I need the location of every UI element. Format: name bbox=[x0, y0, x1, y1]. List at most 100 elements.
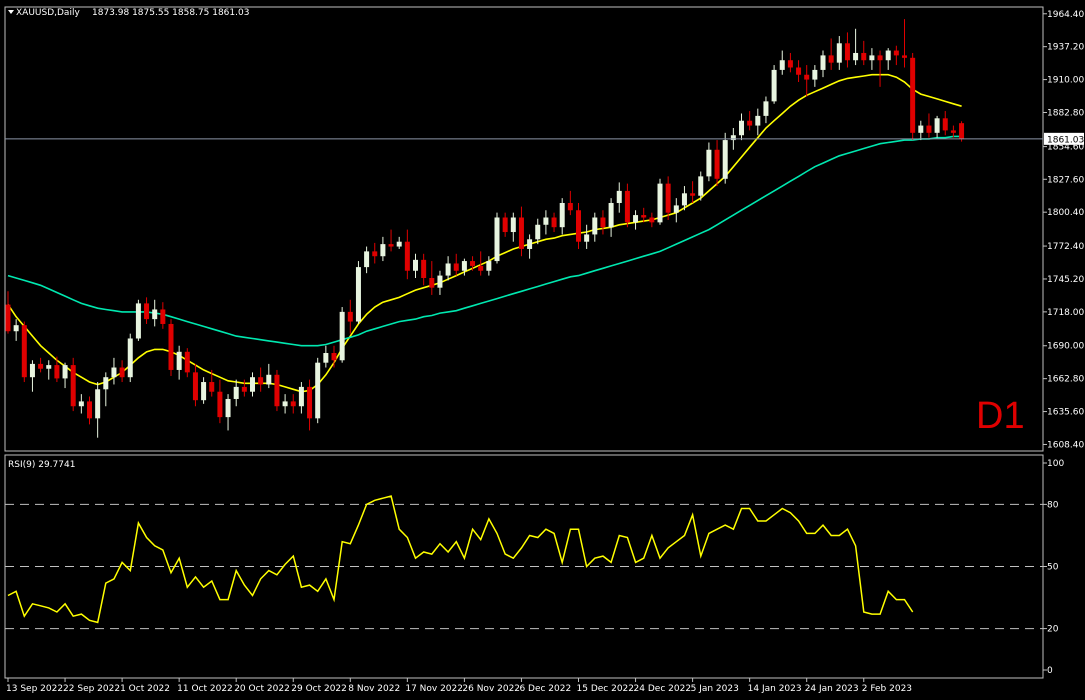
candle-body bbox=[119, 367, 125, 378]
candle bbox=[21, 321, 27, 383]
candle-body bbox=[812, 69, 818, 80]
candle bbox=[355, 261, 361, 324]
candle bbox=[763, 96, 769, 124]
candle-body bbox=[714, 149, 720, 179]
candle bbox=[192, 363, 198, 407]
candle-body bbox=[567, 202, 573, 211]
candle-body bbox=[307, 386, 313, 419]
candle bbox=[918, 120, 924, 141]
candle-body bbox=[592, 217, 598, 235]
candle bbox=[201, 377, 207, 404]
candle bbox=[290, 394, 296, 414]
candle-body bbox=[160, 309, 166, 324]
date-tick-label: 14 Jan 2023 bbox=[748, 684, 802, 694]
candle-body bbox=[290, 401, 296, 407]
candle-body bbox=[902, 55, 907, 58]
candle bbox=[755, 108, 761, 136]
candle bbox=[494, 212, 500, 264]
date-tick-label: 17 Nov 2022 bbox=[405, 684, 463, 694]
symbol-label: XAUUSD,Daily bbox=[16, 8, 80, 18]
candle bbox=[274, 369, 280, 412]
candle-body bbox=[926, 125, 932, 133]
candle bbox=[225, 394, 231, 431]
date-tick-label: 11 Oct 2022 bbox=[177, 684, 233, 694]
candle bbox=[592, 212, 598, 242]
timeframe-label: D1 bbox=[976, 395, 1025, 437]
candle-body bbox=[950, 130, 956, 133]
candle-body bbox=[111, 367, 117, 378]
date-tick-label: 1 Oct 2022 bbox=[120, 684, 170, 694]
candle bbox=[282, 394, 288, 414]
candle bbox=[54, 356, 60, 383]
rsi-tick-label: 0 bbox=[1047, 666, 1053, 676]
candle-body bbox=[5, 304, 11, 332]
candle-body bbox=[355, 267, 361, 322]
rsi-tick-label: 100 bbox=[1047, 459, 1064, 469]
candle bbox=[543, 210, 549, 235]
candle-body bbox=[388, 244, 394, 247]
candle bbox=[404, 229, 410, 280]
candle-body bbox=[21, 325, 27, 378]
candle-body bbox=[62, 365, 68, 379]
candle-body bbox=[453, 263, 459, 271]
candle bbox=[62, 362, 68, 389]
candle bbox=[453, 253, 459, 276]
price-tick-label: 1937.20 bbox=[1047, 43, 1084, 53]
candle bbox=[624, 183, 630, 228]
price-tick-label: 1690.00 bbox=[1047, 342, 1084, 352]
candle bbox=[486, 256, 492, 276]
candle bbox=[421, 253, 427, 286]
current-price-label: 1861.03 bbox=[1047, 135, 1084, 145]
candle bbox=[437, 270, 443, 295]
trading-chart[interactable]: 1964.401937.201910.001882.801854.601827.… bbox=[0, 0, 1085, 700]
candle-body bbox=[135, 303, 141, 339]
candle bbox=[804, 65, 810, 97]
candle bbox=[820, 50, 826, 78]
candle bbox=[127, 333, 133, 383]
candle bbox=[323, 345, 329, 368]
date-tick-label: 24 Jan 2023 bbox=[805, 684, 859, 694]
date-tick-label: 15 Dec 2022 bbox=[577, 684, 635, 694]
price-tick-label: 1662.80 bbox=[1047, 375, 1084, 385]
rsi-pane[interactable]: 13 Sep 2022 22 Sep 2022 1 Oct 2022 11 Oct 2… bbox=[4, 454, 1064, 694]
candle-body bbox=[380, 244, 386, 257]
candle bbox=[168, 319, 174, 376]
candle-body bbox=[543, 217, 549, 225]
candle bbox=[5, 291, 11, 334]
candle-body bbox=[796, 67, 802, 75]
candle bbox=[87, 396, 92, 425]
price-pane[interactable]: 1964.401937.201910.001882.801854.601827.… bbox=[4, 6, 1084, 452]
candle bbox=[241, 379, 247, 397]
chart-menu-triangle-icon[interactable] bbox=[8, 10, 14, 14]
candle bbox=[779, 50, 785, 75]
candle bbox=[298, 382, 304, 414]
candle-body bbox=[918, 125, 924, 133]
candle bbox=[869, 48, 875, 70]
candle bbox=[942, 111, 948, 136]
candle-body bbox=[559, 202, 565, 228]
candle-body bbox=[510, 217, 516, 233]
candle bbox=[510, 212, 516, 242]
candle bbox=[657, 178, 663, 225]
candle bbox=[926, 113, 932, 138]
candle-body bbox=[836, 43, 842, 63]
candle-body bbox=[535, 224, 541, 240]
candle-body bbox=[616, 190, 622, 203]
candle bbox=[934, 115, 940, 138]
candle bbox=[690, 181, 696, 203]
candle bbox=[796, 60, 802, 83]
candle-body bbox=[934, 118, 940, 133]
candle bbox=[861, 40, 867, 66]
candle-body bbox=[70, 365, 76, 407]
candle bbox=[135, 299, 141, 341]
candle bbox=[429, 261, 435, 295]
ohlc-readout: 1873.98 1875.55 1858.75 1861.03 bbox=[92, 8, 249, 18]
candle-body bbox=[747, 120, 753, 126]
candle-body bbox=[779, 60, 785, 70]
candle bbox=[853, 28, 859, 66]
candle-body bbox=[698, 176, 704, 196]
candle bbox=[518, 206, 524, 257]
candle-body bbox=[217, 391, 223, 418]
slow-moving-average-line bbox=[7, 135, 962, 347]
candle-body bbox=[869, 55, 875, 61]
